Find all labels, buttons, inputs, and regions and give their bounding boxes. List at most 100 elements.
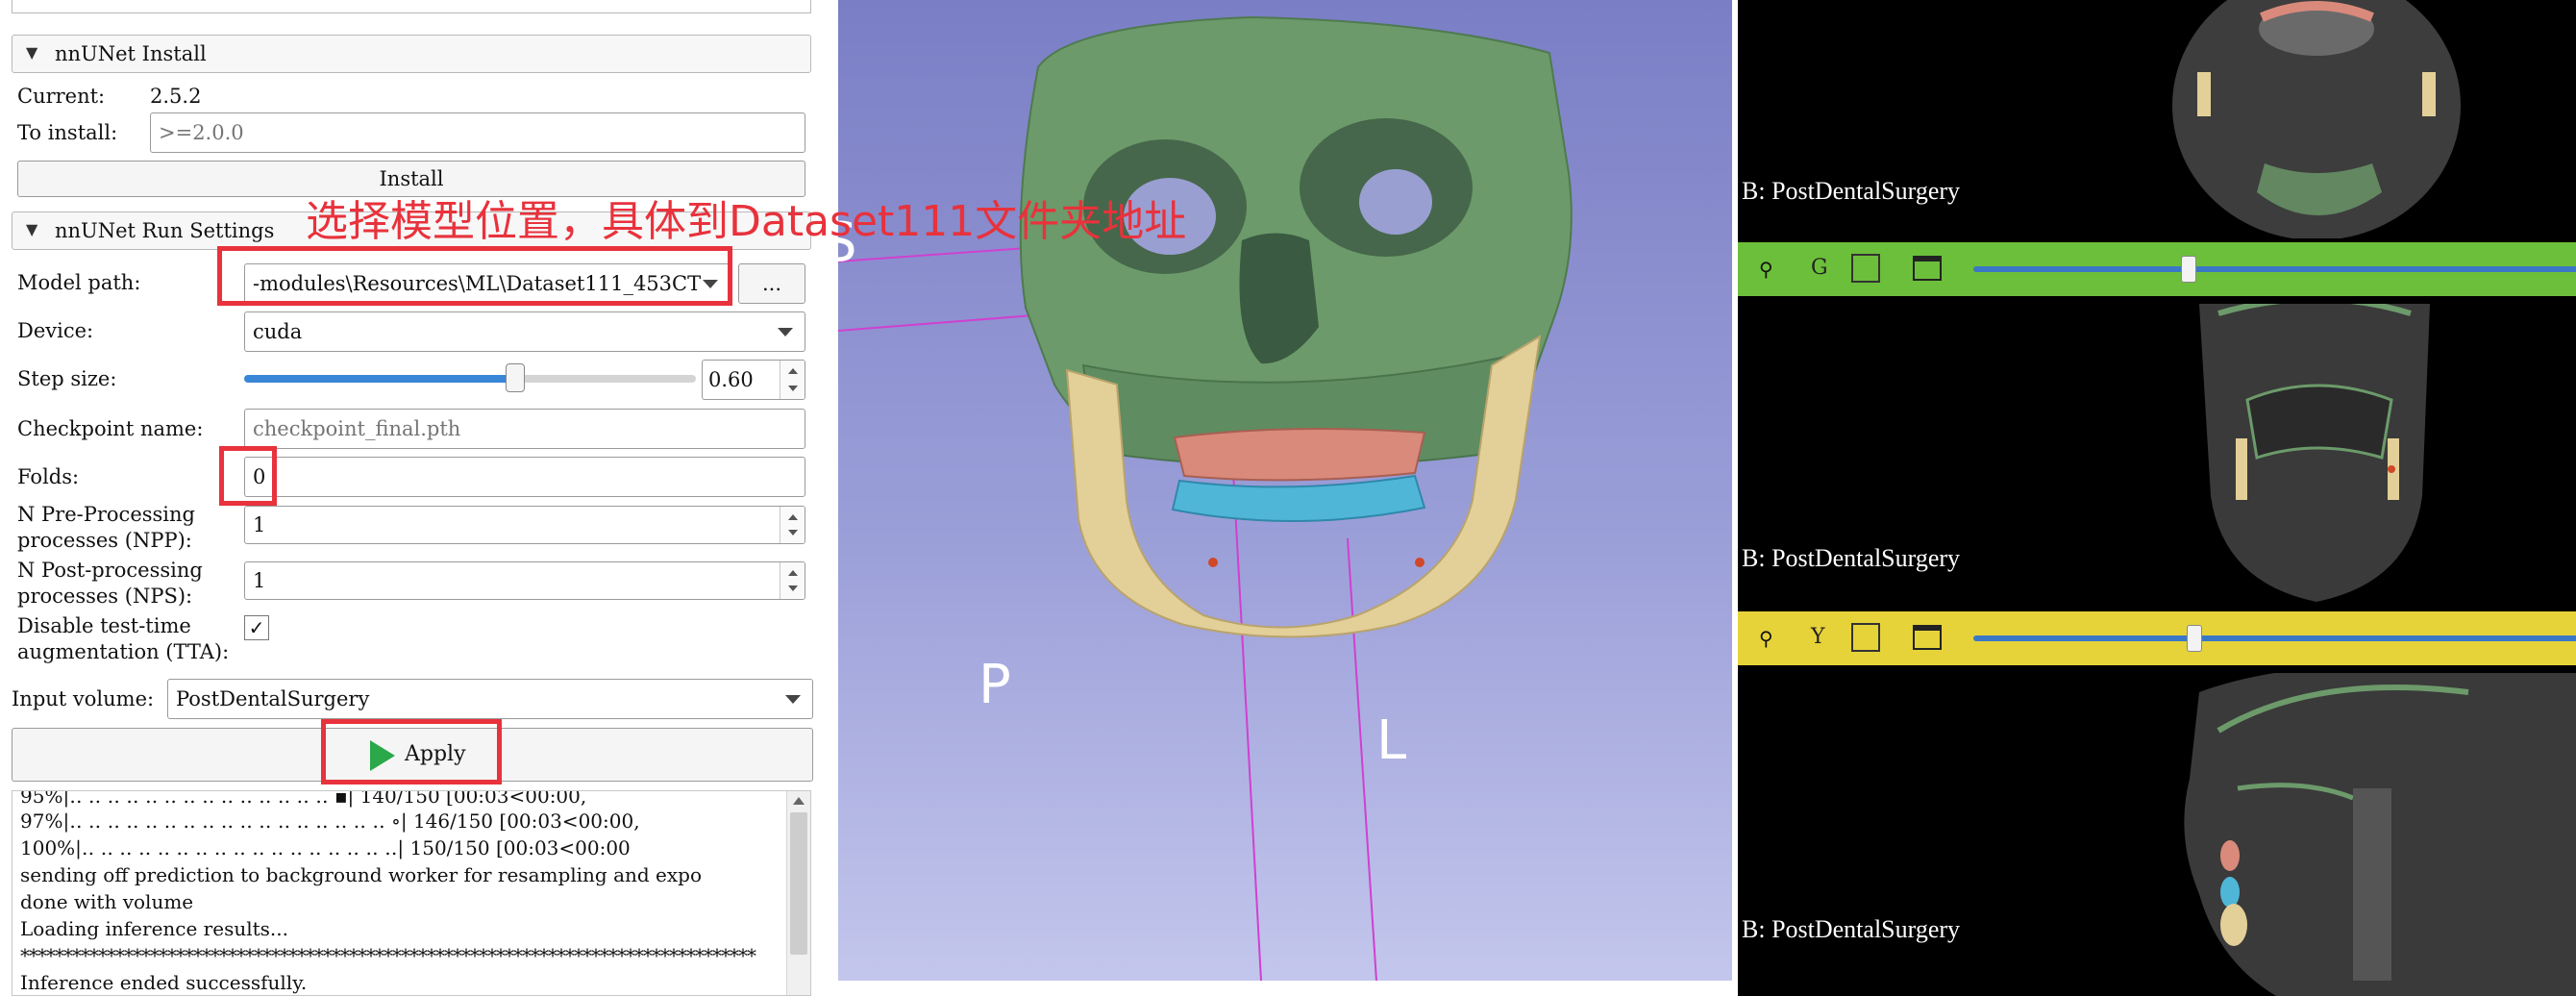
folds-label: Folds: <box>17 465 80 488</box>
coronal-slice-slider-handle[interactable] <box>2181 256 2196 283</box>
log-line: ****************************************… <box>20 944 756 967</box>
to-install-label: To install: <box>17 121 118 144</box>
current-version: 2.5.2 <box>150 85 202 108</box>
collapse-arrow-icon: ▼ <box>26 43 38 62</box>
coronal-volume-label: B: PostDentalSurgery <box>1742 544 1961 572</box>
input-volume-label: Input volume: <box>12 687 155 710</box>
mandible-overlay <box>2220 904 2247 946</box>
slice-line <box>1347 537 1377 981</box>
browse-model-path-button[interactable]: ... <box>738 263 805 304</box>
step-size-value: 0.60 <box>708 368 754 391</box>
3d-view[interactable]: S P L <box>838 0 1732 981</box>
spin-arrows-icon[interactable] <box>780 361 805 399</box>
sagittal-slice-view[interactable]: B: PostDentalSurgery <box>1738 673 2576 996</box>
nps-label-line2: processes (NPS): <box>17 585 193 608</box>
sagittal-volume-label: B: PostDentalSurgery <box>1742 915 1961 943</box>
spine <box>2353 788 2391 981</box>
device-value: cuda <box>253 320 303 343</box>
sagittal-slice-slider-handle[interactable] <box>2187 625 2203 652</box>
checkmark-icon: ✓ <box>248 616 265 639</box>
previous-section-edge <box>12 0 811 13</box>
orientation-letter-p: P <box>978 654 1011 716</box>
log-line: Loading inference results... <box>20 917 288 940</box>
lower-teeth <box>1171 474 1426 523</box>
nps-value: 1 <box>253 569 266 592</box>
log-line: Inference ended successfully. <box>20 971 308 994</box>
model-path-label: Model path: <box>17 271 141 294</box>
coronal-slice-view[interactable]: B: PostDentalSurgery <box>1738 304 2576 602</box>
coronal-view-letter: G <box>1811 256 1828 280</box>
chevron-down-icon <box>778 328 793 336</box>
pin-icon[interactable]: ⚲ <box>1759 627 1773 650</box>
log-scrollbar[interactable] <box>786 791 810 995</box>
orientation-letter-l: L <box>1376 710 1407 772</box>
log-scrollbar-thumb[interactable] <box>790 812 807 955</box>
npp-label-line1: N Pre-Processing <box>17 503 195 526</box>
checkpoint-name-input[interactable] <box>244 409 805 449</box>
checkpoint-name-label: Checkpoint name: <box>17 417 204 440</box>
mandible-overlay <box>2422 72 2436 116</box>
scroll-up-icon[interactable] <box>793 797 805 805</box>
coronal-slice-controller[interactable]: ⚲ G <box>1738 242 2576 296</box>
input-volume-combobox[interactable]: PostDentalSurgery <box>167 679 813 719</box>
device-combobox[interactable]: cuda <box>244 311 805 352</box>
mandible-overlay <box>2236 438 2247 500</box>
nps-spinbox[interactable]: 1 <box>244 561 805 600</box>
to-install-input[interactable] <box>150 112 805 153</box>
maximize-view-icon[interactable] <box>1913 256 1942 281</box>
pin-icon[interactable]: ⚲ <box>1759 258 1773 281</box>
marker <box>1415 558 1424 567</box>
annotation-text: 选择模型位置，具体到Dataset111文件夹地址 <box>306 197 1187 246</box>
disable-tta-checkbox[interactable]: ✓ <box>244 615 269 640</box>
mandible-overlay <box>2197 72 2211 116</box>
upper-teeth <box>1173 428 1426 482</box>
spin-arrows-icon[interactable] <box>780 562 805 599</box>
collapse-arrow-icon: ▼ <box>26 220 38 238</box>
run-settings-section-title: nnUNet Run Settings <box>55 219 275 242</box>
module-panel: ▼ nnUNet Install Current: 2.5.2 To insta… <box>0 0 827 996</box>
marker <box>2388 465 2395 473</box>
sagittal-slice-controller[interactable]: ⚲ Y <box>1738 611 2576 665</box>
log-line: 95%|‥ ‥ ‥ ‥ ‥ ‥ ‥ ‥ ‥ ‥ ‥ ‥ ‥ ‥ ▪| 140/1… <box>20 790 587 808</box>
log-line: 100%|‥ ‥ ‥ ‥ ‥ ‥ ‥ ‥ ‥ ‥ ‥ ‥ ‥ ‥ ‥ ‥ ‥| … <box>20 836 631 859</box>
step-size-label: Step size: <box>17 367 117 390</box>
coronal-slice-slider-track[interactable] <box>1973 266 2576 272</box>
apply-button[interactable]: Apply <box>12 728 813 782</box>
teeth-overlay <box>2220 840 2240 871</box>
log-output[interactable]: 95%|‥ ‥ ‥ ‥ ‥ ‥ ‥ ‥ ‥ ‥ ‥ ‥ ‥ ‥ ▪| 140/1… <box>12 790 811 996</box>
step-size-spinbox[interactable]: 0.60 <box>702 360 805 400</box>
link-icon[interactable] <box>1851 623 1880 652</box>
npp-label-line2: processes (NPP): <box>17 529 192 552</box>
marker <box>1208 558 1218 567</box>
install-section-header[interactable]: ▼ nnUNet Install <box>12 35 811 73</box>
spin-arrows-icon[interactable] <box>780 507 805 543</box>
nps-label-line1: N Post-processing <box>17 559 203 582</box>
maximize-view-icon[interactable] <box>1913 625 1942 650</box>
right-orbit-opening <box>1359 169 1432 235</box>
sagittal-slice-slider-track[interactable] <box>1973 635 2576 641</box>
install-section-title: nnUNet Install <box>55 42 207 65</box>
teeth-overlay <box>2220 877 2240 908</box>
slice-views: B: PostDentalSurgery ⚲ G B: PostDentalSu… <box>1738 0 2576 996</box>
model-path-value: -modules\Resources\ML\Dataset111_453CT <box>253 272 702 295</box>
folds-value: 0 <box>253 465 266 488</box>
apply-label: Apply <box>405 742 466 766</box>
chevron-down-icon <box>703 280 718 288</box>
play-icon <box>370 740 395 771</box>
step-size-slider-fill <box>244 375 515 383</box>
input-volume-value: PostDentalSurgery <box>176 687 370 710</box>
tta-label-line1: Disable test-time <box>17 614 191 637</box>
log-line: done with volume <box>20 890 194 913</box>
npp-spinbox[interactable]: 1 <box>244 506 805 544</box>
step-size-slider-handle[interactable] <box>506 363 525 392</box>
log-line: 97%|‥ ‥ ‥ ‥ ‥ ‥ ‥ ‥ ‥ ‥ ‥ ‥ ‥ ‥ ‥ ‥ ‥ ∘|… <box>20 809 640 833</box>
axial-slice-view[interactable]: B: PostDentalSurgery <box>1738 0 2576 238</box>
folds-input[interactable]: 0 <box>244 457 805 497</box>
model-path-combobox[interactable]: -modules\Resources\ML\Dataset111_453CT <box>244 263 731 304</box>
tta-label-line2: augmentation (TTA): <box>17 640 230 663</box>
device-label: Device: <box>17 319 94 342</box>
link-icon[interactable] <box>1851 254 1880 283</box>
sagittal-slice-image <box>2184 673 2576 996</box>
step-size-slider-track[interactable] <box>244 363 696 392</box>
log-line: sending off prediction to background wor… <box>20 863 703 886</box>
